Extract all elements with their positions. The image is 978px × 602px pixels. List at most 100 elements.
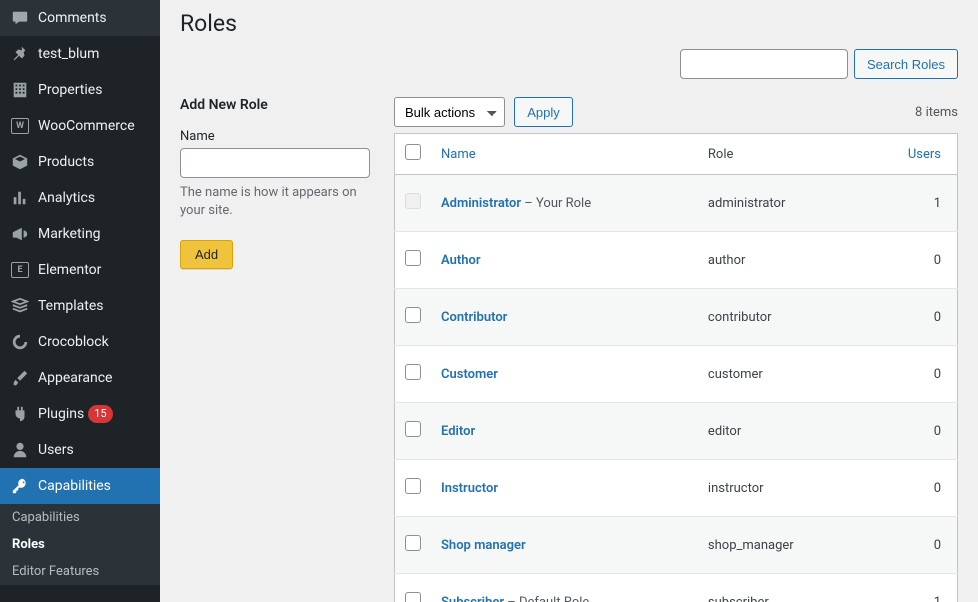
table-row: Authorauthor0 (395, 232, 958, 289)
building-icon (10, 80, 30, 100)
comment-icon (10, 8, 30, 28)
megaphone-icon (10, 224, 30, 244)
table-row: Editoreditor0 (395, 403, 958, 460)
items-count: 8 items (915, 105, 958, 120)
search-roles-button[interactable]: Search Roles (854, 49, 958, 79)
role-name-input[interactable] (180, 148, 370, 178)
row-name-cell: Administrator – Your Role (431, 175, 698, 232)
row-checkbox[interactable] (405, 250, 421, 266)
apply-button[interactable]: Apply (514, 97, 573, 127)
pin-icon (10, 44, 30, 64)
role-link[interactable]: Editor (441, 424, 475, 439)
search-input[interactable] (680, 49, 848, 79)
row-name-cell: Shop manager (431, 517, 698, 574)
sidebar-item-label: Templates (38, 298, 104, 314)
key-icon (10, 476, 30, 496)
sidebar-item-label: Plugins (38, 406, 84, 422)
sidebar-item-woocommerce[interactable]: W WooCommerce (0, 108, 160, 144)
row-checkbox[interactable] (405, 535, 421, 551)
submenu-roles[interactable]: Roles (0, 531, 160, 558)
sidebar-item-test-blum[interactable]: test_blum (0, 36, 160, 72)
row-checkbox-cell (395, 232, 432, 289)
row-checkbox-cell (395, 403, 432, 460)
plug-icon (10, 404, 30, 424)
sidebar-item-users[interactable]: Users (0, 432, 160, 468)
role-suffix: – Your Role (521, 196, 591, 211)
sidebar-item-products[interactable]: Products (0, 144, 160, 180)
sidebar-item-label: Crocoblock (38, 334, 109, 350)
row-role-cell: editor (698, 403, 864, 460)
brush-icon (10, 368, 30, 388)
sidebar-item-marketing[interactable]: Marketing (0, 216, 160, 252)
main-content: Roles Search Roles Add New Role Name The… (160, 0, 978, 602)
header-role: Role (698, 134, 864, 175)
sidebar-item-label: Capabilities (38, 478, 111, 494)
box-icon (10, 152, 30, 172)
row-name-cell: Contributor (431, 289, 698, 346)
header-name[interactable]: Name (431, 134, 698, 175)
add-role-form: Add New Role Name The name is how it app… (180, 97, 370, 602)
role-link[interactable]: Author (441, 253, 481, 268)
role-link[interactable]: Contributor (441, 310, 507, 325)
row-role-cell: customer (698, 346, 864, 403)
table-row: Contributorcontributor0 (395, 289, 958, 346)
bars-icon (10, 188, 30, 208)
row-role-cell: author (698, 232, 864, 289)
row-users-cell: 0 (864, 517, 958, 574)
row-checkbox-cell (395, 517, 432, 574)
role-link[interactable]: Shop manager (441, 538, 526, 553)
page-title: Roles (180, 10, 958, 37)
add-role-heading: Add New Role (180, 97, 370, 113)
row-name-cell: Author (431, 232, 698, 289)
row-users-cell: 0 (864, 289, 958, 346)
select-all-header (395, 134, 432, 175)
row-checkbox[interactable] (405, 421, 421, 437)
row-checkbox (405, 193, 421, 209)
role-link[interactable]: Instructor (441, 481, 498, 496)
sidebar-item-templates[interactable]: Templates (0, 288, 160, 324)
row-checkbox[interactable] (405, 364, 421, 380)
table-row: Subscriber – Default Rolesubscriber1 (395, 574, 958, 602)
sidebar-item-elementor[interactable]: E Elementor (0, 252, 160, 288)
sidebar-item-label: Analytics (38, 190, 95, 206)
sidebar-item-comments[interactable]: Comments (0, 0, 160, 36)
row-name-cell: Instructor (431, 460, 698, 517)
role-link[interactable]: Administrator (441, 196, 521, 211)
admin-sidebar: Comments test_blum Properties W WooComme… (0, 0, 160, 602)
submenu-capabilities[interactable]: Capabilities (0, 504, 160, 531)
sidebar-item-label: Comments (38, 10, 107, 26)
role-suffix: – Default Role (504, 595, 589, 602)
elementor-icon: E (10, 260, 30, 280)
row-checkbox[interactable] (405, 592, 421, 602)
table-row: Administrator – Your Roleadministrator1 (395, 175, 958, 232)
sidebar-item-capabilities[interactable]: Capabilities (0, 468, 160, 504)
bulk-actions-select[interactable]: Bulk actions (394, 97, 505, 127)
sidebar-item-analytics[interactable]: Analytics (0, 180, 160, 216)
add-button[interactable]: Add (180, 240, 233, 269)
select-all-checkbox[interactable] (405, 144, 421, 160)
row-role-cell: instructor (698, 460, 864, 517)
submenu-editor-features[interactable]: Editor Features (0, 558, 160, 585)
row-role-cell: administrator (698, 175, 864, 232)
sidebar-item-label: Marketing (38, 226, 101, 242)
sidebar-item-appearance[interactable]: Appearance (0, 360, 160, 396)
row-name-cell: Editor (431, 403, 698, 460)
woo-icon: W (10, 116, 30, 136)
row-checkbox-cell (395, 289, 432, 346)
name-description: The name is how it appears on your site. (180, 184, 370, 220)
sidebar-item-label: Elementor (38, 262, 101, 278)
row-checkbox-cell (395, 175, 432, 232)
role-link[interactable]: Subscriber (441, 595, 504, 602)
sidebar-item-properties[interactable]: Properties (0, 72, 160, 108)
sidebar-item-crocoblock[interactable]: Crocoblock (0, 324, 160, 360)
row-role-cell: shop_manager (698, 517, 864, 574)
row-checkbox[interactable] (405, 478, 421, 494)
row-checkbox[interactable] (405, 307, 421, 323)
sidebar-item-plugins[interactable]: Plugins 15 (0, 396, 160, 432)
table-row: Instructorinstructor0 (395, 460, 958, 517)
search-row: Search Roles (180, 49, 958, 79)
name-label: Name (180, 129, 370, 144)
role-link[interactable]: Customer (441, 367, 498, 382)
header-users[interactable]: Users (864, 134, 958, 175)
sidebar-item-label: Products (38, 154, 94, 170)
